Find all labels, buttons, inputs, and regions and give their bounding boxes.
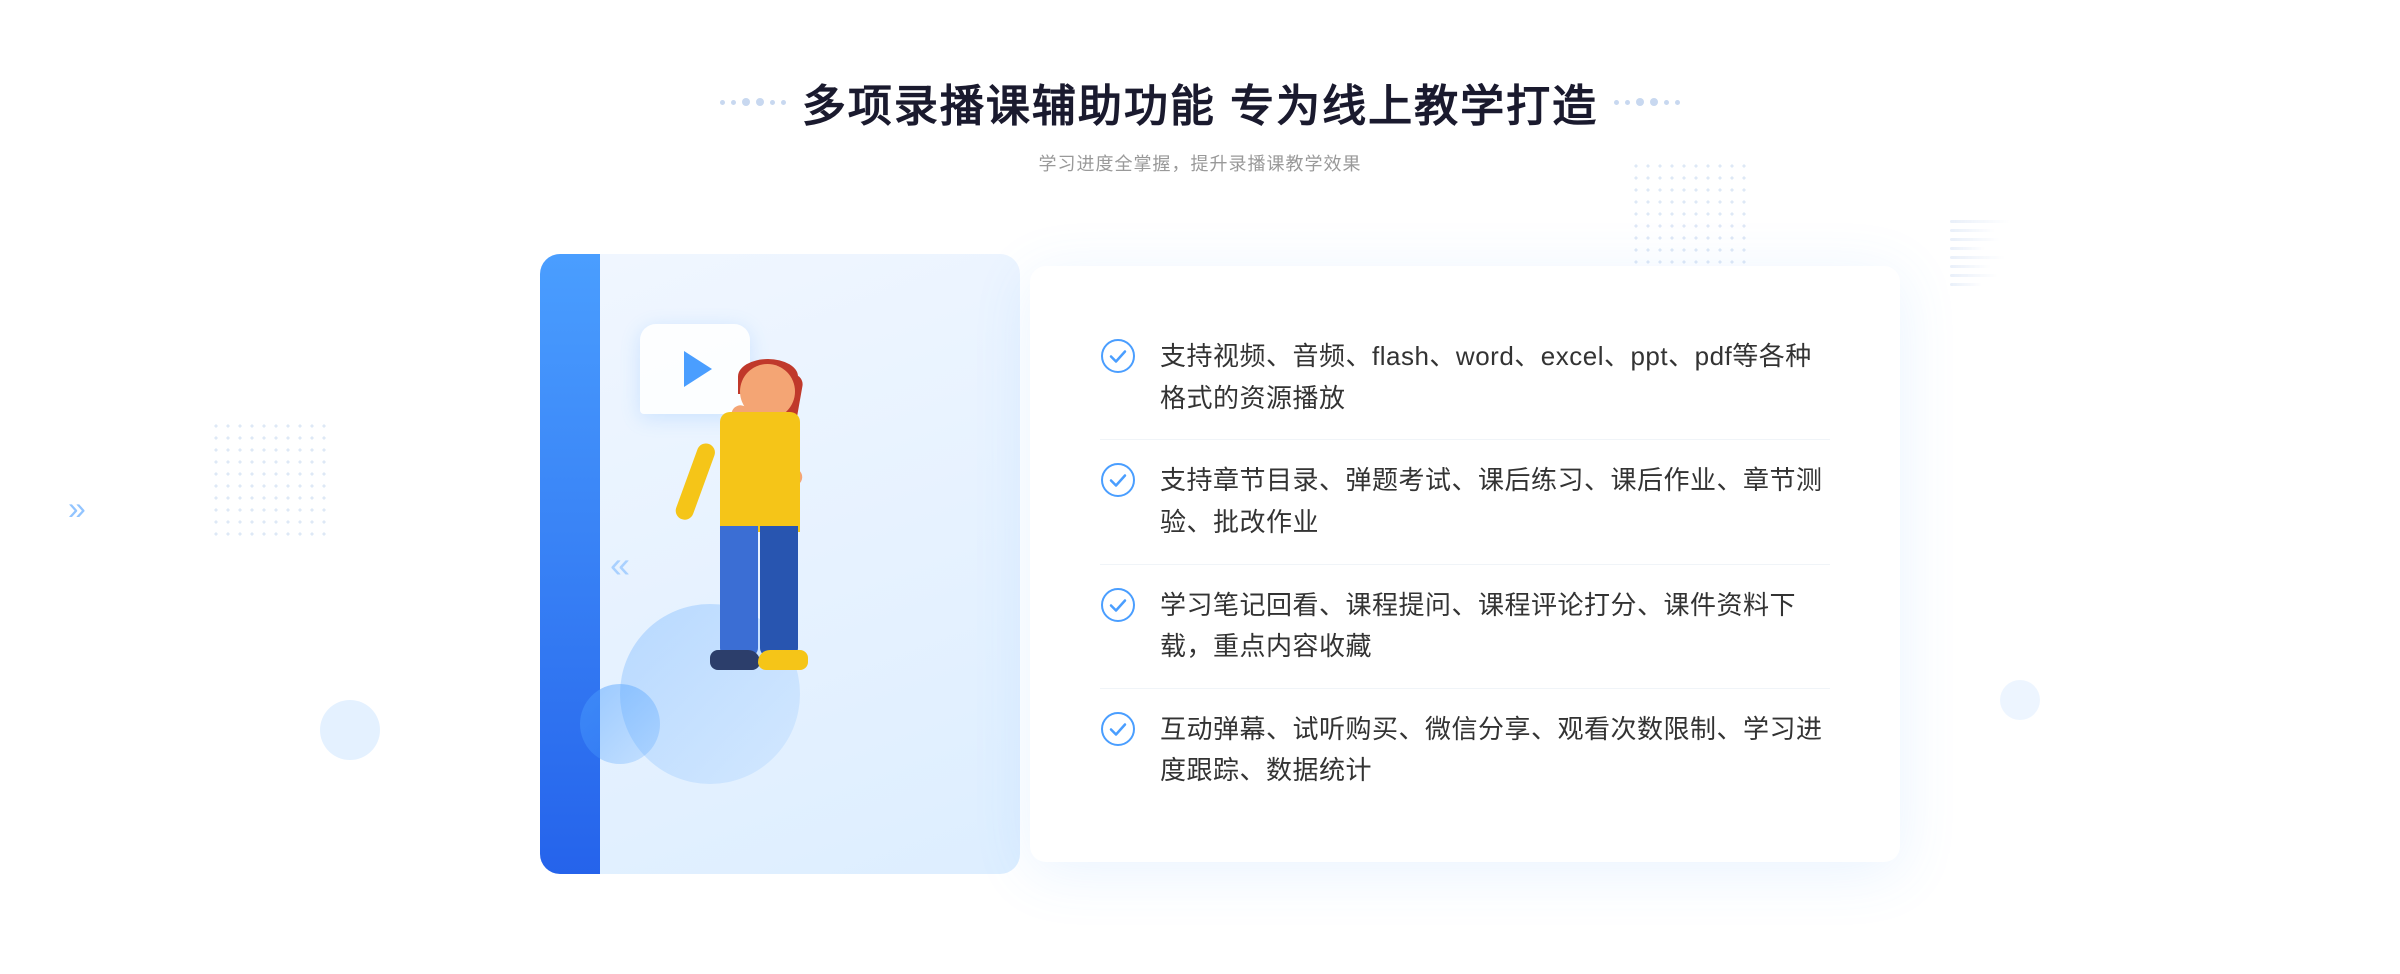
- deco-line-1: [1950, 220, 2010, 223]
- deco-circle-bottom-right: [2000, 680, 2040, 720]
- main-title: 多项录播课辅助功能 专为线上教学打造: [802, 70, 1598, 134]
- person-pants-right: [760, 526, 798, 656]
- check-circle-icon-2: [1100, 462, 1136, 498]
- dot-5: [770, 100, 775, 105]
- feature-item-3: 学习笔记回看、课程提问、课程评论打分、课件资料下载，重点内容收藏: [1100, 565, 1830, 689]
- deco-line-7: [1950, 274, 1998, 277]
- features-panel: 支持视频、音频、flash、word、excel、ppt、pdf等各种格式的资源…: [1030, 266, 1900, 862]
- feature-item-1: 支持视频、音频、flash、word、excel、ppt、pdf等各种格式的资源…: [1100, 316, 1830, 440]
- check-circle-icon-4: [1100, 711, 1136, 747]
- dot-12: [1675, 100, 1680, 105]
- feature-item-4: 互动弹幕、试听购买、微信分享、观看次数限制、学习进度跟踪、数据统计: [1100, 689, 1830, 812]
- feature-text-1: 支持视频、音频、flash、word、excel、ppt、pdf等各种格式的资源…: [1160, 336, 1830, 419]
- content-section: «: [500, 224, 1900, 904]
- blue-sidebar-decoration: [540, 254, 600, 874]
- person-illustration: [660, 364, 860, 884]
- illustration-container: «: [500, 224, 1060, 904]
- deco-line-6: [1950, 265, 1990, 268]
- page-container: » 多项录播课辅助功能 专为线上教学打造 学习进度全掌握，提升录播课教学效: [0, 0, 2400, 974]
- feature-text-3: 学习笔记回看、课程提问、课程评论打分、课件资料下载，重点内容收藏: [1160, 585, 1830, 668]
- deco-circle-medium: [580, 684, 660, 764]
- person-body: [720, 412, 800, 532]
- deco-lines-right: [1950, 220, 2010, 300]
- person-shoe-right: [758, 650, 808, 670]
- person-arm-left: [673, 441, 717, 522]
- deco-line-5: [1950, 256, 2005, 259]
- chevron-left-icon: »: [68, 490, 86, 527]
- header-section: 多项录播课辅助功能 专为线上教学打造 学习进度全掌握，提升录播课教学效果: [720, 70, 1680, 176]
- check-circle-icon-1: [1100, 338, 1136, 374]
- dot-11: [1664, 100, 1669, 105]
- person-pants-left: [720, 526, 758, 656]
- deco-line-3: [1950, 238, 2000, 241]
- sub-title: 学习进度全掌握，提升录播课教学效果: [720, 150, 1680, 176]
- dot-7: [1614, 100, 1619, 105]
- dot-10: [1650, 98, 1658, 106]
- header-title-row: 多项录播课辅助功能 专为线上教学打造: [720, 70, 1680, 134]
- feature-text-4: 互动弹幕、试听购买、微信分享、观看次数限制、学习进度跟踪、数据统计: [1160, 709, 1830, 792]
- dot-pattern-left: [210, 420, 330, 540]
- dot-6: [781, 100, 786, 105]
- card-chevrons-decoration: «: [610, 544, 622, 586]
- deco-circle-bottom-left: [320, 700, 380, 760]
- deco-line-4: [1950, 247, 1985, 250]
- deco-line-2: [1950, 229, 1995, 232]
- dot-3: [742, 98, 750, 106]
- feature-text-2: 支持章节目录、弹题考试、课后练习、课后作业、章节测验、批改作业: [1160, 460, 1830, 543]
- person-shoe-left: [710, 650, 760, 670]
- title-decoration-left: [720, 98, 786, 106]
- dot-1: [720, 100, 725, 105]
- check-circle-icon-3: [1100, 587, 1136, 623]
- dot-2: [731, 100, 736, 105]
- dot-8: [1625, 100, 1630, 105]
- dot-4: [756, 98, 764, 106]
- feature-item-2: 支持章节目录、弹题考试、课后练习、课后作业、章节测验、批改作业: [1100, 440, 1830, 564]
- title-decoration-right: [1614, 98, 1680, 106]
- dot-9: [1636, 98, 1644, 106]
- deco-line-8: [1950, 283, 1982, 286]
